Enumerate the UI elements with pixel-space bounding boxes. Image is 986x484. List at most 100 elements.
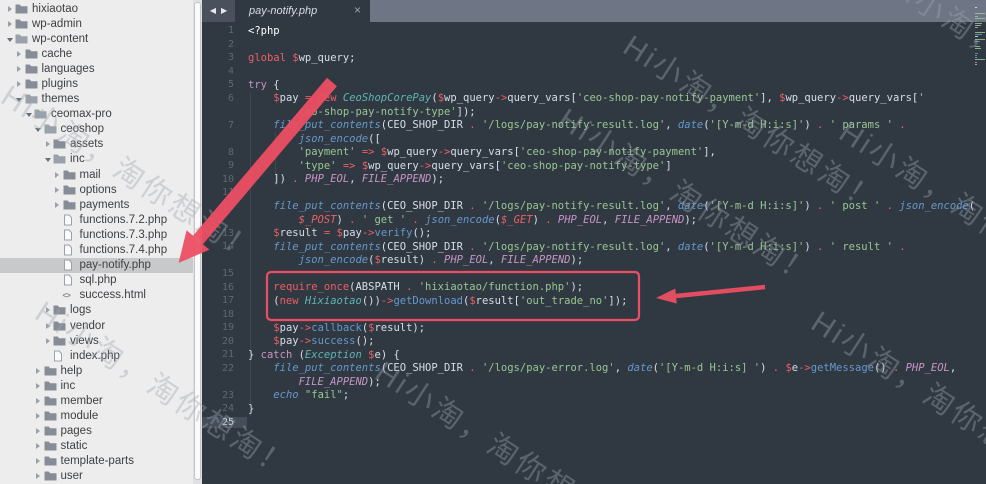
tree-item-languages[interactable]: languages (0, 61, 193, 76)
disclosure-collapsed-icon[interactable] (52, 172, 63, 178)
tree-item-template-parts[interactable]: template-parts (0, 454, 193, 469)
tree-item-module[interactable]: module (0, 409, 193, 424)
folder-icon (34, 109, 49, 119)
tree-item-hixiaotao[interactable]: hixiaotao (0, 1, 193, 16)
tree-item-themes[interactable]: themes (0, 92, 193, 107)
code-text: file_put_contents(CEO_SHOP_DIR . '/logs/… (242, 200, 975, 212)
tree-item-pay-notify.php[interactable]: pay-notify.php (0, 258, 193, 273)
tree-item-functions.7.3.php[interactable]: functions.7.3.php (0, 227, 193, 242)
minimap-line (975, 46, 980, 47)
tree-item-vendor[interactable]: vendor (0, 318, 193, 333)
line-number: 10 (202, 174, 242, 185)
disclosure-expanded-icon[interactable] (42, 156, 53, 162)
code-text: } (242, 403, 254, 415)
disclosure-collapsed-icon[interactable] (14, 66, 25, 72)
tree-item-wp-content[interactable]: wp-content (0, 31, 193, 46)
tab-close-icon[interactable]: × (354, 4, 361, 16)
tree-item-user[interactable]: user (0, 469, 193, 484)
code-text: $result = $pay->verify(); (242, 227, 431, 239)
tree-item-assets[interactable]: assets (0, 137, 193, 152)
disclosure-collapsed-icon[interactable] (33, 413, 44, 419)
tab-pay-notify[interactable]: pay-notify.php (235, 0, 370, 22)
disclosure-collapsed-icon[interactable] (33, 443, 44, 449)
disclosure-collapsed-icon[interactable] (14, 51, 25, 57)
tree-item-inc[interactable]: inc (0, 152, 193, 167)
disclosure-collapsed-icon[interactable] (4, 6, 15, 12)
tree-item-functions.7.2.php[interactable]: functions.7.2.php (0, 212, 193, 227)
folder-icon (53, 305, 68, 315)
tree-item-label: help (61, 365, 83, 377)
disclosure-expanded-icon[interactable] (14, 96, 25, 102)
disclosure-expanded-icon[interactable] (23, 111, 34, 117)
tree-item-mail[interactable]: mail (0, 167, 193, 182)
disclosure-collapsed-icon[interactable] (33, 458, 44, 464)
tree-item-label: user (61, 470, 83, 482)
tree-item-label: sql.php (80, 274, 117, 286)
disclosure-collapsed-icon[interactable] (52, 202, 63, 208)
disclosure-collapsed-icon[interactable] (42, 141, 53, 147)
tree-item-options[interactable]: options (0, 182, 193, 197)
folder-icon (44, 441, 59, 451)
tab-bar: ◀ ▶ pay-notify.php × (202, 0, 986, 22)
minimap-line (975, 25, 981, 26)
minimap-line (975, 55, 977, 56)
folder-icon (15, 4, 30, 14)
tree-item-inc[interactable]: inc (0, 378, 193, 393)
disclosure-collapsed-icon[interactable] (42, 323, 53, 329)
tree-item-member[interactable]: member (0, 393, 193, 408)
tree-item-payments[interactable]: payments (0, 197, 193, 212)
disclosure-expanded-icon[interactable] (33, 126, 44, 132)
disclosure-collapsed-icon[interactable] (33, 383, 44, 389)
nav-forward-icon[interactable]: ▶ (221, 7, 227, 15)
code-text: <?php (242, 25, 280, 37)
sidebar-scrollbar-thumb[interactable] (194, 2, 201, 480)
disclosure-collapsed-icon[interactable] (4, 21, 15, 27)
disclosure-collapsed-icon[interactable] (14, 81, 25, 87)
disclosure-collapsed-icon[interactable] (42, 338, 53, 344)
disclosure-collapsed-icon[interactable] (33, 398, 44, 404)
disclosure-collapsed-icon[interactable] (33, 428, 44, 434)
tree-item-ceomax-pro[interactable]: ceomax-pro (0, 107, 193, 122)
code-text: file_put_contents(CEO_SHOP_DIR . '/logs/… (242, 119, 906, 131)
tree-item-functions.7.4.php[interactable]: functions.7.4.php (0, 243, 193, 258)
tree-item-wp-admin[interactable]: wp-admin (0, 16, 193, 31)
disclosure-collapsed-icon[interactable] (33, 473, 44, 479)
tree-item-cache[interactable]: cache (0, 46, 193, 61)
tree-item-static[interactable]: static (0, 439, 193, 454)
folder-icon (63, 185, 78, 195)
tree-item-success.html[interactable]: <>success.html (0, 288, 193, 303)
tree-item-label: ceoshop (61, 123, 104, 135)
disclosure-expanded-icon[interactable] (4, 36, 15, 42)
tree-item-pages[interactable]: pages (0, 424, 193, 439)
code-text: 'type' => $wp_query->query_vars['ceo-sho… (242, 160, 672, 172)
sidebar-scrollbar[interactable] (193, 0, 202, 484)
minimap-line (975, 39, 985, 40)
minimap[interactable] (975, 2, 985, 71)
line-number: 20 (202, 336, 242, 347)
code-text: $_POST) . ' get ' . json_encode($_GET) .… (242, 214, 697, 226)
tree-item-index.php[interactable]: index.php (0, 348, 193, 363)
code-line: $_POST) . ' get ' . json_encode($_GET) .… (202, 213, 986, 227)
nav-back-icon[interactable]: ◀ (210, 7, 216, 15)
folder-icon (44, 381, 59, 391)
line-number: 16 (202, 282, 242, 293)
tree-item-views[interactable]: views (0, 333, 193, 348)
tree-item-label: views (70, 335, 99, 347)
tab-title: pay-notify.php (235, 5, 317, 17)
minimap-line (975, 23, 982, 24)
disclosure-collapsed-icon[interactable] (33, 368, 44, 374)
tree-item-ceoshop[interactable]: ceoshop (0, 122, 193, 137)
tree-item-plugins[interactable]: plugins (0, 76, 193, 91)
minimap-line (975, 16, 978, 17)
code-text: require_once(ABSPATH . 'hixiaotao/functi… (242, 281, 583, 293)
disclosure-collapsed-icon[interactable] (42, 307, 53, 313)
tree-item-sql.php[interactable]: sql.php (0, 273, 193, 288)
tree-item-help[interactable]: help (0, 363, 193, 378)
disclosure-collapsed-icon[interactable] (52, 187, 63, 193)
tree-item-logs[interactable]: logs (0, 303, 193, 318)
code-text: ]) . PHP_EOL, FILE_APPEND); (242, 173, 444, 185)
code-text: 'payment' => $wp_query->query_vars['ceo-… (242, 146, 716, 158)
line-number: 12 (202, 201, 242, 212)
line-number: 8 (202, 147, 242, 158)
code-editor[interactable]: 1<?php23global $wp_query;45try {6 $pay =… (202, 22, 986, 484)
